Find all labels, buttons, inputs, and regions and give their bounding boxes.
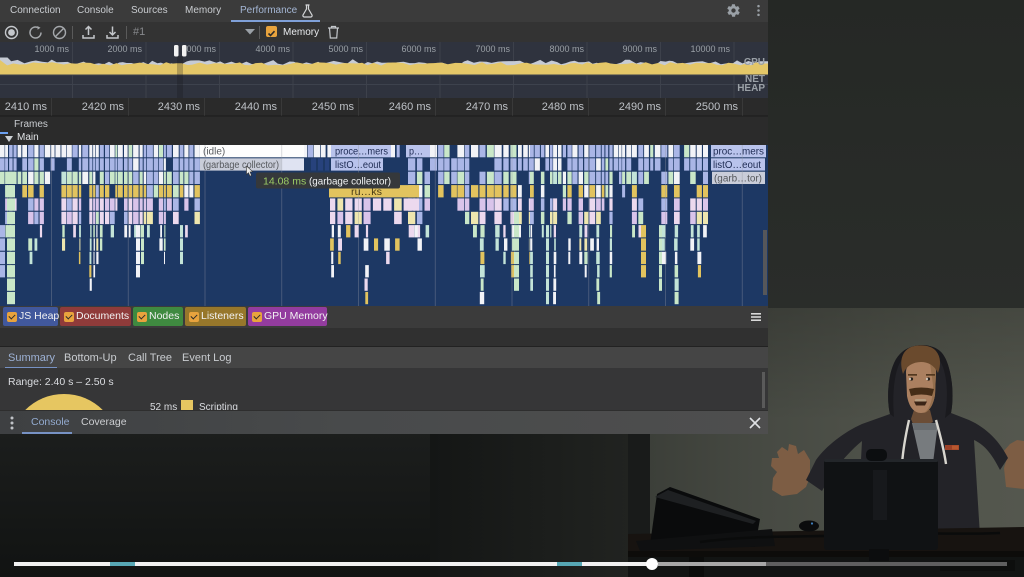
- svg-text:(garbage collector): (garbage collector): [203, 160, 279, 171]
- svg-text:14.08 ms: 14.08 ms: [263, 176, 306, 188]
- svg-text:proce…mers: proce…mers: [335, 147, 388, 158]
- svg-text:p…: p…: [409, 147, 423, 158]
- svg-text:proc…mers: proc…mers: [713, 147, 764, 158]
- svg-text:listO…eout: listO…eout: [713, 160, 761, 171]
- svg-text:(garb…tor): (garb…tor): [714, 173, 762, 184]
- svg-text:(idle): (idle): [203, 147, 225, 158]
- svg-text:listO…eout: listO…eout: [335, 160, 381, 171]
- svg-text:(garbage collector): (garbage collector): [309, 176, 391, 188]
